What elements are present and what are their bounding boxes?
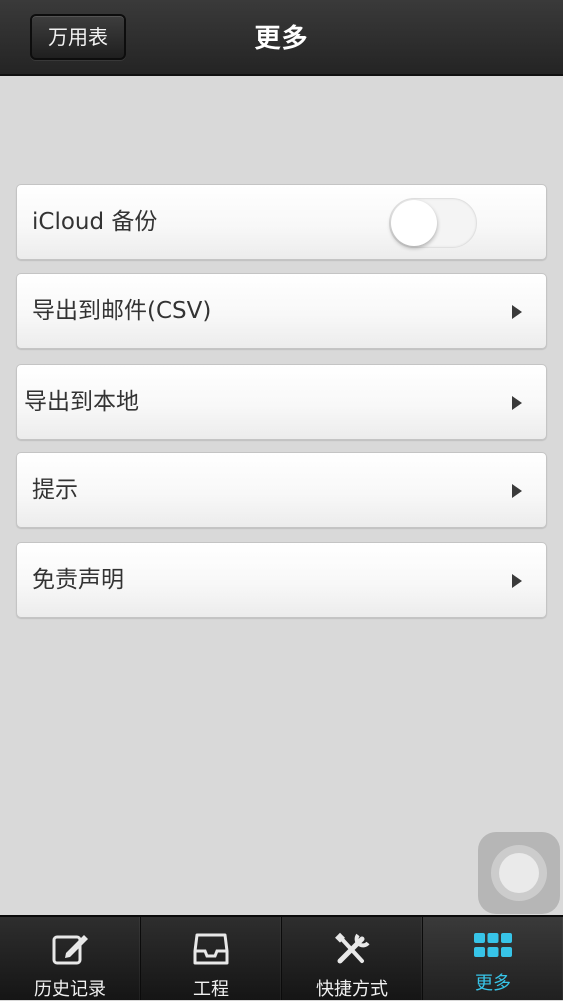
page-title: 更多 bbox=[254, 24, 309, 54]
chevron-right-icon bbox=[512, 574, 522, 588]
assistive-touch-button[interactable] bbox=[478, 832, 560, 914]
tab-history[interactable]: 历史记录 bbox=[0, 917, 141, 1000]
toggle-knob bbox=[391, 200, 437, 246]
chevron-right-icon bbox=[512, 305, 522, 319]
disclaimer-label: 免责声明 bbox=[32, 567, 124, 593]
icloud-backup-row: iCloud 备份 bbox=[16, 184, 547, 260]
tab-label: 快捷方式 bbox=[316, 979, 388, 1000]
export-local-label: 导出到本地 bbox=[24, 389, 139, 415]
export-local-row[interactable]: 导出到本地 bbox=[16, 364, 547, 440]
nav-bar: 万用表 更多 bbox=[0, 0, 563, 76]
tab-shortcuts[interactable]: 快捷方式 bbox=[282, 917, 423, 1000]
export-email-label: 导出到邮件(CSV) bbox=[32, 298, 212, 324]
tab-project[interactable]: 工程 bbox=[141, 917, 282, 1000]
export-email-row[interactable]: 导出到邮件(CSV) bbox=[16, 273, 547, 349]
tab-bar: 历史记录 工程 快捷方式 更多 bbox=[0, 915, 563, 1000]
icloud-backup-toggle[interactable] bbox=[389, 198, 477, 248]
disclaimer-row[interactable]: 免责声明 bbox=[16, 542, 547, 618]
assistive-touch-icon bbox=[491, 845, 547, 901]
tools-icon bbox=[335, 932, 370, 964]
tab-label: 更多 bbox=[475, 973, 511, 994]
tab-label: 工程 bbox=[193, 979, 229, 1000]
assistive-touch-center bbox=[499, 853, 539, 893]
chevron-right-icon bbox=[512, 396, 522, 410]
chevron-right-icon bbox=[512, 484, 522, 498]
tab-more[interactable]: 更多 bbox=[423, 917, 563, 1000]
tips-row[interactable]: 提示 bbox=[16, 452, 547, 528]
tips-label: 提示 bbox=[32, 477, 78, 503]
tab-label: 历史记录 bbox=[34, 979, 106, 1000]
grid-icon bbox=[474, 933, 512, 957]
inbox-icon bbox=[193, 933, 229, 965]
edit-icon bbox=[52, 935, 88, 965]
icloud-backup-label: iCloud 备份 bbox=[32, 209, 158, 235]
